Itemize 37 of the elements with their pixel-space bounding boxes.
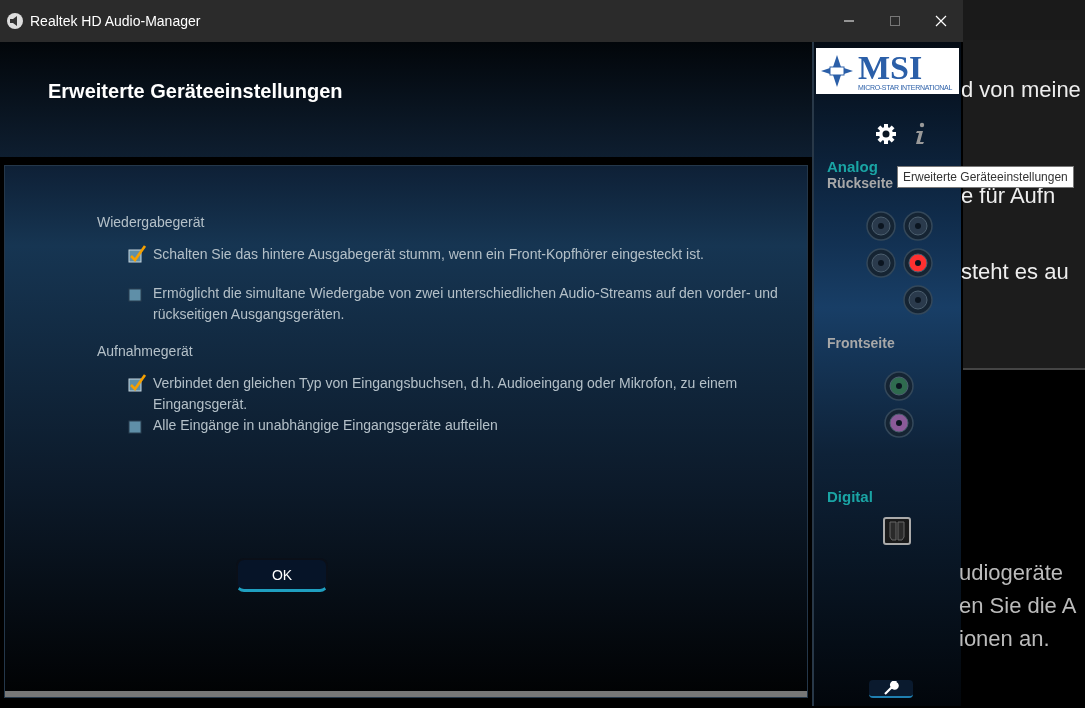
info-icon[interactable] <box>913 122 927 146</box>
audio-jack-icon[interactable] <box>884 371 914 401</box>
window-title: Realtek HD Audio-Manager <box>30 13 202 29</box>
logo-text: MSI <box>858 51 923 84</box>
checkbox[interactable] <box>127 373 147 393</box>
option-label: Schalten Sie das hintere Ausgabegerät stumm, wenn ein Front-Kopfhörer eingesteckt ist. <box>153 245 704 264</box>
audio-jack-icon[interactable] <box>866 211 896 241</box>
page-title: Erweiterte Geräteeinstellungen <box>48 80 343 103</box>
wrench-icon <box>882 681 899 695</box>
speaker-icon <box>6 12 24 30</box>
maximize-icon[interactable] <box>889 15 901 27</box>
option-label: Alle Eingänge in unabhängige Eingangsgeräte aufteilen <box>153 416 498 435</box>
checkbox[interactable] <box>127 244 147 264</box>
audio-jack-icon[interactable] <box>884 408 914 438</box>
section-heading: Digital <box>827 488 873 505</box>
audio-jack-icon[interactable] <box>903 285 933 315</box>
ok-button[interactable]: OK <box>236 558 328 592</box>
audio-jack-icon[interactable] <box>903 248 933 278</box>
optical-port-icon[interactable] <box>883 517 911 545</box>
option-label: Verbindet den gleichen Typ von Eingangsbuchsen, d.h. Audioeingang oder Mikrofon, zu einem Eingangsgerät. <box>153 374 739 414</box>
section-heading: Aufnahmegerät <box>97 343 194 359</box>
logo-icon <box>820 54 854 88</box>
wrench-button[interactable] <box>868 680 913 698</box>
section-heading: Frontseite <box>827 335 895 351</box>
background-text: udiogeräte <box>959 559 1064 587</box>
audio-jack-icon[interactable] <box>903 211 933 241</box>
option-label: Ermöglicht die simultane Wiedergabe von zwei unterschiedlichen Audio-Streams auf den vorder- und rückseitigen Ausgangsgeräten. <box>153 284 779 324</box>
section-heading: Wiedergabegerät <box>97 214 206 230</box>
background-text: d von meine <box>961 76 1082 104</box>
section-heading: Rückseite <box>827 175 894 191</box>
tooltip: Erweiterte Geräteeinstellungen <box>897 166 1074 188</box>
background-text: en Sie die A <box>959 592 1078 620</box>
section-heading: Analog <box>827 158 878 175</box>
audio-jack-icon[interactable] <box>866 248 896 278</box>
close-icon[interactable] <box>935 15 947 27</box>
background-text: steht es au <box>961 258 1070 286</box>
background-text: ionen an. <box>959 625 1051 653</box>
